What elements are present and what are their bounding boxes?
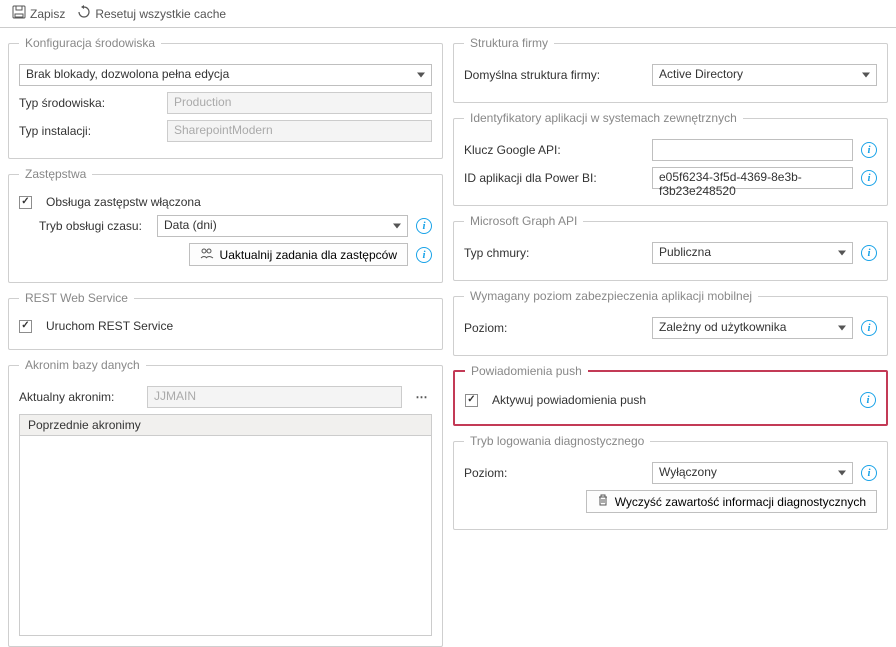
mobile-security-legend: Wymagany poziom zabezpieczenia aplikacji…: [464, 289, 758, 303]
info-icon[interactable]: i: [860, 392, 876, 408]
default-structure-label: Domyślna struktura firmy:: [464, 68, 644, 82]
mobile-security-group: Wymagany poziom zabezpieczenia aplikacji…: [453, 289, 888, 356]
google-key-label: Klucz Google API:: [464, 143, 644, 157]
env-type-label: Typ środowiska:: [19, 96, 159, 110]
external-ids-legend: Identyfikatory aplikacji w systemach zew…: [464, 111, 743, 125]
substitutions-legend: Zastępstwa: [19, 167, 92, 181]
reset-label: Resetuj wszystkie cache: [95, 7, 226, 21]
graph-api-legend: Microsoft Graph API: [464, 214, 583, 228]
graph-api-group: Microsoft Graph API Typ chmury: Publiczn…: [453, 214, 888, 281]
push-notifications-legend: Powiadomienia push: [465, 364, 588, 378]
push-notifications-group: Powiadomienia push Aktywuj powiadomienia…: [453, 364, 888, 426]
prev-acronyms-list[interactable]: [19, 436, 432, 636]
env-config-group: Konfiguracja środowiska Brak blokady, do…: [8, 36, 443, 159]
info-icon[interactable]: i: [861, 142, 877, 158]
prev-acronyms-header[interactable]: Poprzednie akronimy: [19, 414, 432, 436]
info-icon[interactable]: i: [861, 245, 877, 261]
time-mode-select[interactable]: Data (dni): [157, 215, 408, 237]
substitutions-enabled-label: Obsługa zastępstw włączona: [46, 195, 201, 209]
clear-diag-button[interactable]: Wyczyść zawartość informacji diagnostycz…: [586, 490, 877, 513]
refresh-icon: [77, 5, 91, 22]
external-ids-group: Identyfikatory aplikacji w systemach zew…: [453, 111, 888, 206]
reset-cache-button[interactable]: Resetuj wszystkie cache: [77, 5, 226, 22]
time-mode-label: Tryb obsługi czasu:: [19, 219, 149, 233]
db-acronym-legend: Akronim bazy danych: [19, 358, 146, 372]
powerbi-id-label: ID aplikacji dla Power BI:: [464, 171, 644, 185]
clear-diag-label: Wyczyść zawartość informacji diagnostycz…: [615, 495, 866, 509]
rest-service-legend: REST Web Service: [19, 291, 134, 305]
substitutions-enabled-checkbox[interactable]: [19, 196, 32, 209]
db-acronym-group: Akronim bazy danych Aktualny akronim: JJ…: [8, 358, 443, 647]
rest-service-group: REST Web Service Uruchom REST Service: [8, 291, 443, 350]
diag-logging-legend: Tryb logowania diagnostycznego: [464, 434, 650, 448]
save-icon: [12, 5, 26, 22]
company-structure-group: Struktura firmy Domyślna struktura firmy…: [453, 36, 888, 103]
info-icon[interactable]: i: [861, 170, 877, 186]
substitutions-group: Zastępstwa Obsługa zastępstw włączona Tr…: [8, 167, 443, 283]
lock-mode-select[interactable]: Brak blokady, dozwolona pełna edycja: [19, 64, 432, 86]
rest-run-checkbox[interactable]: [19, 320, 32, 333]
info-icon[interactable]: i: [416, 247, 432, 263]
current-acronym-input: JJMAIN: [147, 386, 402, 408]
info-icon[interactable]: i: [861, 465, 877, 481]
default-structure-select[interactable]: Active Directory: [652, 64, 877, 86]
install-type-label: Typ instalacji:: [19, 124, 159, 138]
diag-level-select[interactable]: Wyłączony: [652, 462, 853, 484]
save-label: Zapisz: [30, 7, 65, 21]
info-icon[interactable]: i: [416, 218, 432, 234]
info-icon[interactable]: i: [861, 320, 877, 336]
env-config-legend: Konfiguracja środowiska: [19, 36, 161, 50]
install-type-input: SharepointModern: [167, 120, 432, 142]
google-key-input[interactable]: [652, 139, 853, 161]
push-enable-checkbox[interactable]: [465, 394, 478, 407]
security-level-select[interactable]: Zależny od użytkownika: [652, 317, 853, 339]
people-icon: [200, 247, 214, 262]
rest-run-label: Uruchom REST Service: [46, 319, 173, 333]
current-acronym-label: Aktualny akronim:: [19, 390, 139, 404]
security-level-label: Poziom:: [464, 321, 644, 335]
diag-logging-group: Tryb logowania diagnostycznego Poziom: W…: [453, 434, 888, 530]
env-type-input: Production: [167, 92, 432, 114]
cloud-type-select[interactable]: Publiczna: [652, 242, 853, 264]
cloud-type-label: Typ chmury:: [464, 246, 644, 260]
push-enable-label: Aktywuj powiadomienia push: [492, 393, 646, 407]
powerbi-id-input[interactable]: e05f6234-3f5d-4369-8e3b-f3b23e248520: [652, 167, 853, 189]
ellipsis-icon[interactable]: ⋯: [410, 386, 432, 408]
company-structure-legend: Struktura firmy: [464, 36, 554, 50]
save-button[interactable]: Zapisz: [12, 5, 65, 22]
diag-level-label: Poziom:: [464, 466, 644, 480]
update-tasks-label: Uaktualnij zadania dla zastępców: [220, 248, 397, 262]
trash-icon: [597, 494, 609, 509]
update-tasks-button[interactable]: Uaktualnij zadania dla zastępców: [189, 243, 408, 266]
